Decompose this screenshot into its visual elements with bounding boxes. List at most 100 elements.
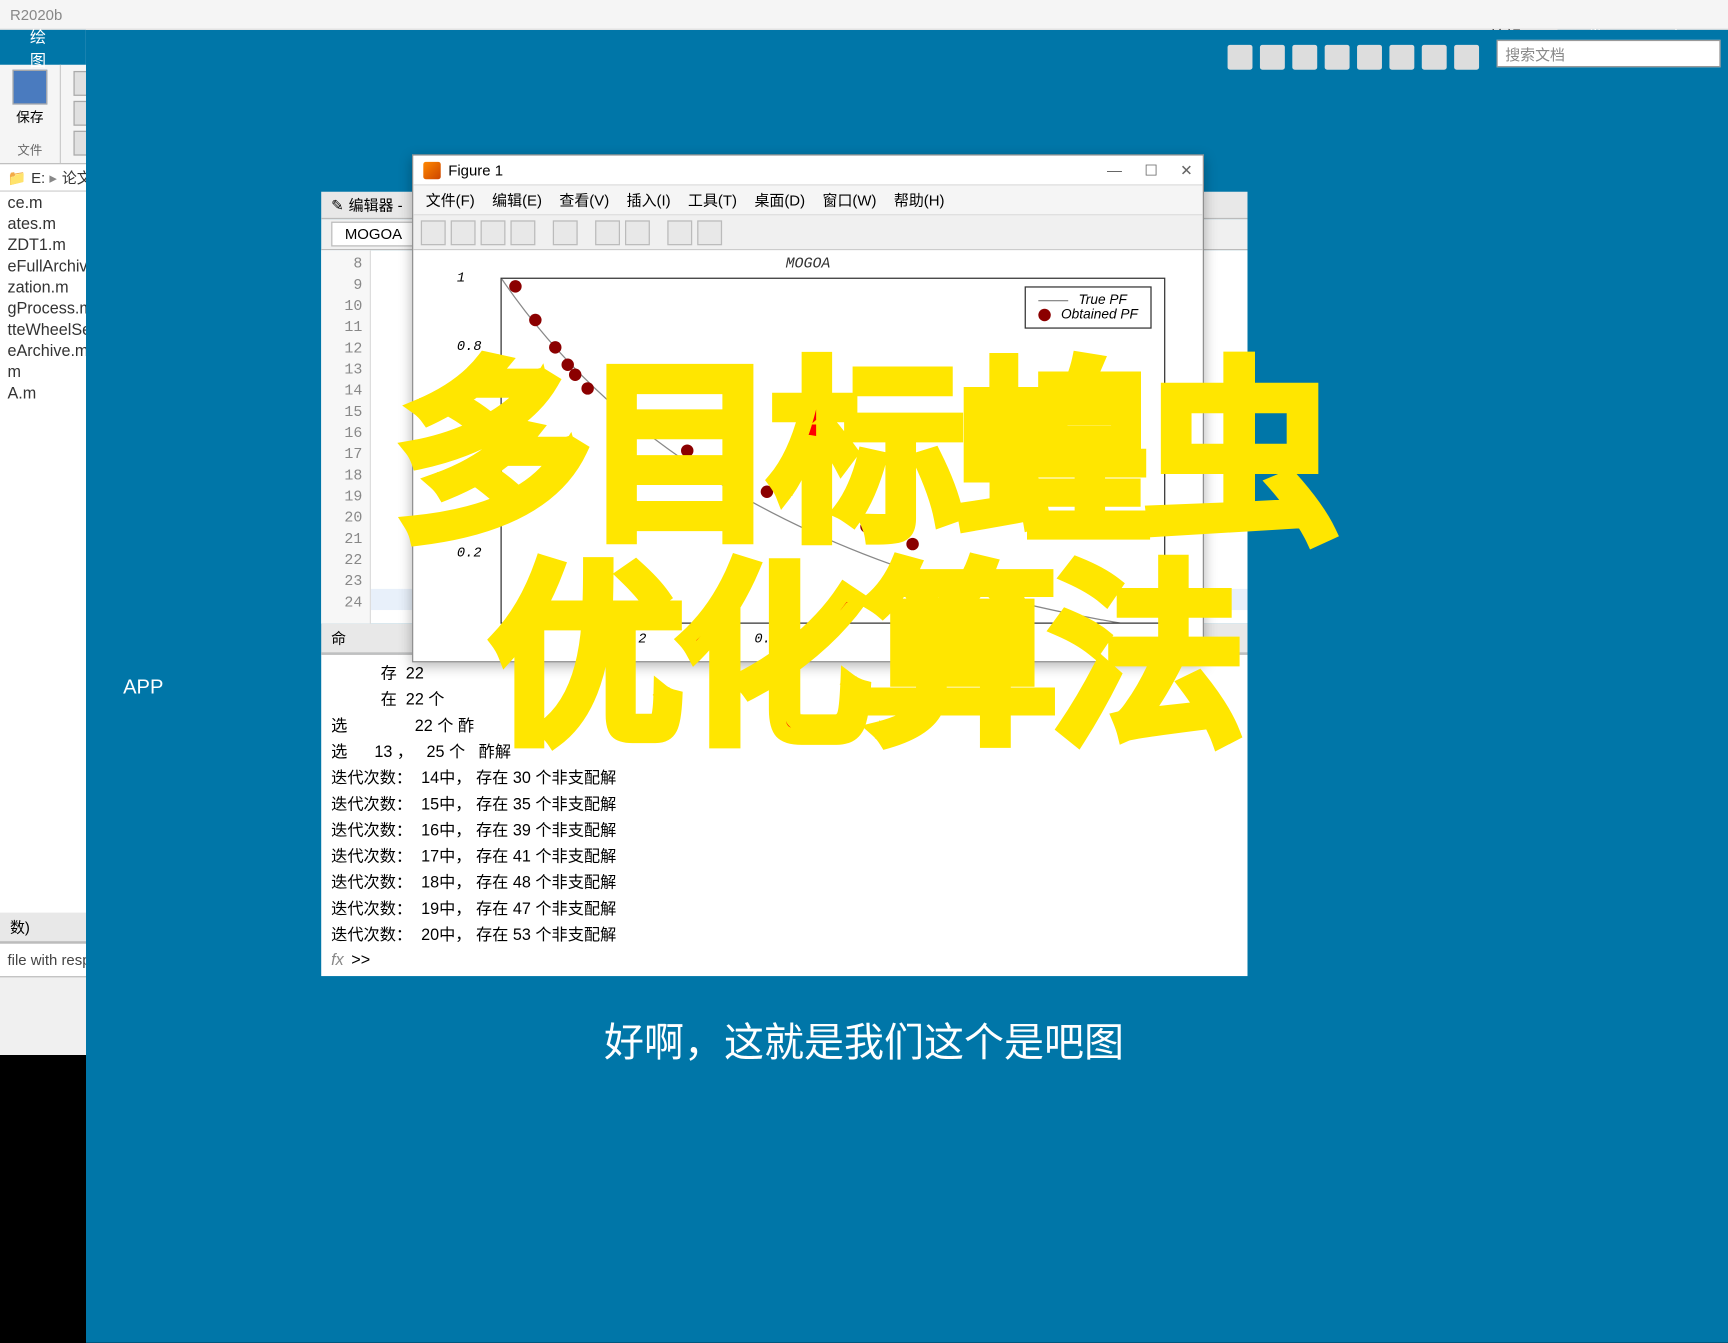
command-output: 迭代次数： 15中， 存在 35 个非支配解	[331, 791, 1237, 817]
minimize-button[interactable]: —	[1107, 161, 1122, 178]
command-prompt[interactable]: >>	[351, 950, 370, 969]
cut-icon[interactable]	[1260, 45, 1285, 70]
data-point	[568, 369, 580, 381]
figure-menu-item[interactable]: 编辑(E)	[492, 189, 542, 210]
data-point	[529, 314, 541, 326]
line-number: 11	[321, 319, 370, 340]
pointer-icon[interactable]	[667, 220, 692, 245]
command-output: 迭代次数： 18中， 存在 48 个非支配解	[331, 869, 1237, 895]
line-number: 19	[321, 488, 370, 509]
command-output: 迭代次数： 16中， 存在 39 个非支配解	[331, 817, 1237, 843]
line-number: 24	[321, 594, 370, 615]
data-point	[582, 383, 594, 395]
line-number: 18	[321, 467, 370, 488]
figure-menu-item[interactable]: 帮助(H)	[894, 189, 945, 210]
command-output: 存 22	[331, 660, 1237, 686]
line-number: 17	[321, 446, 370, 467]
plot-axes[interactable]: True PF Obtained PF 10.80.60.40.20.20.4↑	[500, 278, 1165, 624]
command-output: 在 22 个	[331, 686, 1237, 712]
figure-menu-item[interactable]: 桌面(D)	[754, 189, 805, 210]
maximize-button[interactable]: ☐	[1144, 161, 1157, 178]
command-output: 迭代次数： 20中， 存在 53 个非支配解	[331, 921, 1237, 947]
insert-colorbar-icon[interactable]	[595, 220, 620, 245]
ytick: 0.6	[457, 409, 482, 424]
link-icon[interactable]	[553, 220, 578, 245]
xtick: ↑	[1027, 632, 1035, 647]
figure-menu-item[interactable]: 插入(I)	[627, 189, 671, 210]
pencil-icon: ✎	[331, 196, 344, 213]
xtick: 0.4	[754, 632, 779, 647]
figure-menu-item[interactable]: 工具(T)	[688, 189, 737, 210]
app-title: R2020b	[10, 6, 62, 23]
plot-title: MOGOA	[413, 250, 1202, 272]
open-icon[interactable]	[451, 220, 476, 245]
command-output: 迭代次数： 19中， 存在 47 个非支配解	[331, 895, 1237, 921]
help-icon[interactable]	[1454, 45, 1479, 70]
copy-icon[interactable]	[1292, 45, 1317, 70]
line-number: 10	[321, 298, 370, 319]
line-number: 14	[321, 382, 370, 403]
quick-access-toolbar	[1228, 45, 1479, 70]
figure-titlebar[interactable]: Figure 1 — ☐ ✕	[413, 156, 1202, 186]
command-output: 选 13 ， 25 个 酢解	[331, 738, 1237, 764]
data-point	[906, 537, 918, 549]
command-output: 迭代次数： 14中， 存在 30 个非支配解	[331, 764, 1237, 790]
figure-axes-area: MOGOA True PF Obtained PF 10.80.60.40.20…	[413, 250, 1202, 661]
video-subtitle: 好啊，这就是我们这个是吧图	[0, 998, 1728, 1080]
undo-icon[interactable]	[1357, 45, 1382, 70]
data-point	[860, 520, 872, 532]
line-number: 23	[321, 573, 370, 594]
data-point	[760, 486, 772, 498]
paste-icon[interactable]	[1325, 45, 1350, 70]
figure-menu-item[interactable]: 窗口(W)	[823, 189, 877, 210]
bc-0[interactable]: E:	[31, 169, 57, 186]
figure-menu-item[interactable]: 文件(F)	[426, 189, 475, 210]
figure-menubar: 文件(F) 编辑(E) 查看(V) 插入(I) 工具(T) 桌面(D) 窗口(W) 帮助(H)	[413, 186, 1202, 216]
save-button[interactable]: 保存	[16, 107, 43, 127]
print-icon[interactable]	[510, 220, 535, 245]
search-docs-input[interactable]: 搜索文档	[1496, 40, 1720, 67]
line-number: 13	[321, 361, 370, 382]
figure-title: Figure 1	[448, 161, 503, 178]
group-file: 文件	[12, 137, 47, 158]
windows-icon[interactable]	[1422, 45, 1447, 70]
command-output: 迭代次数： 17中， 存在 41 个非支配解	[331, 843, 1237, 869]
tab-plot[interactable]: 绘图	[0, 30, 85, 65]
line-number: 20	[321, 509, 370, 530]
redo-icon[interactable]	[1389, 45, 1414, 70]
new-icon[interactable]	[421, 220, 446, 245]
ytick: 1	[457, 271, 465, 286]
save-icon[interactable]	[12, 70, 47, 105]
command-window[interactable]: 存 22 在 22 个选 22 个 酢选 13 ， 25 个 酢解迭代次数： 1…	[321, 654, 1247, 976]
data-point	[681, 444, 693, 456]
line-number: 22	[321, 552, 370, 573]
insert-legend-icon[interactable]	[625, 220, 650, 245]
ytick: 0.8	[457, 340, 482, 355]
editor-tab-mogoa[interactable]: MOGOA	[331, 222, 416, 247]
data-point	[509, 280, 521, 292]
window-titlebar: R2020b	[0, 0, 1728, 30]
figure-window[interactable]: Figure 1 — ☐ ✕ 文件(F) 编辑(E) 查看(V) 插入(I) 工具(T)…	[412, 154, 1204, 662]
matlab-icon	[423, 161, 440, 178]
line-number: 12	[321, 340, 370, 361]
ytick: 0.4	[457, 478, 482, 493]
line-number: 8	[321, 255, 370, 276]
fx-prompt-icon: fx	[331, 950, 344, 969]
plot-tools-icon[interactable]	[697, 220, 722, 245]
figure-menu-item[interactable]: 查看(V)	[559, 189, 609, 210]
editor-gutter: 89101112131415161718192021222324	[321, 250, 371, 624]
folder-icon: 📁	[7, 169, 26, 186]
figure-toolbar	[413, 215, 1202, 250]
close-button[interactable]: ✕	[1180, 161, 1193, 178]
save-icon[interactable]	[481, 220, 506, 245]
line-number: 21	[321, 530, 370, 551]
line-number: 9	[321, 276, 370, 297]
command-output: 选 22 个 酢	[331, 712, 1237, 738]
data-point	[548, 341, 560, 353]
xtick: 0.2	[622, 632, 647, 647]
data-point	[734, 475, 746, 487]
line-number: 16	[321, 425, 370, 446]
ytick: 0.2	[457, 546, 482, 561]
save-icon[interactable]	[1228, 45, 1253, 70]
line-number: 15	[321, 403, 370, 424]
